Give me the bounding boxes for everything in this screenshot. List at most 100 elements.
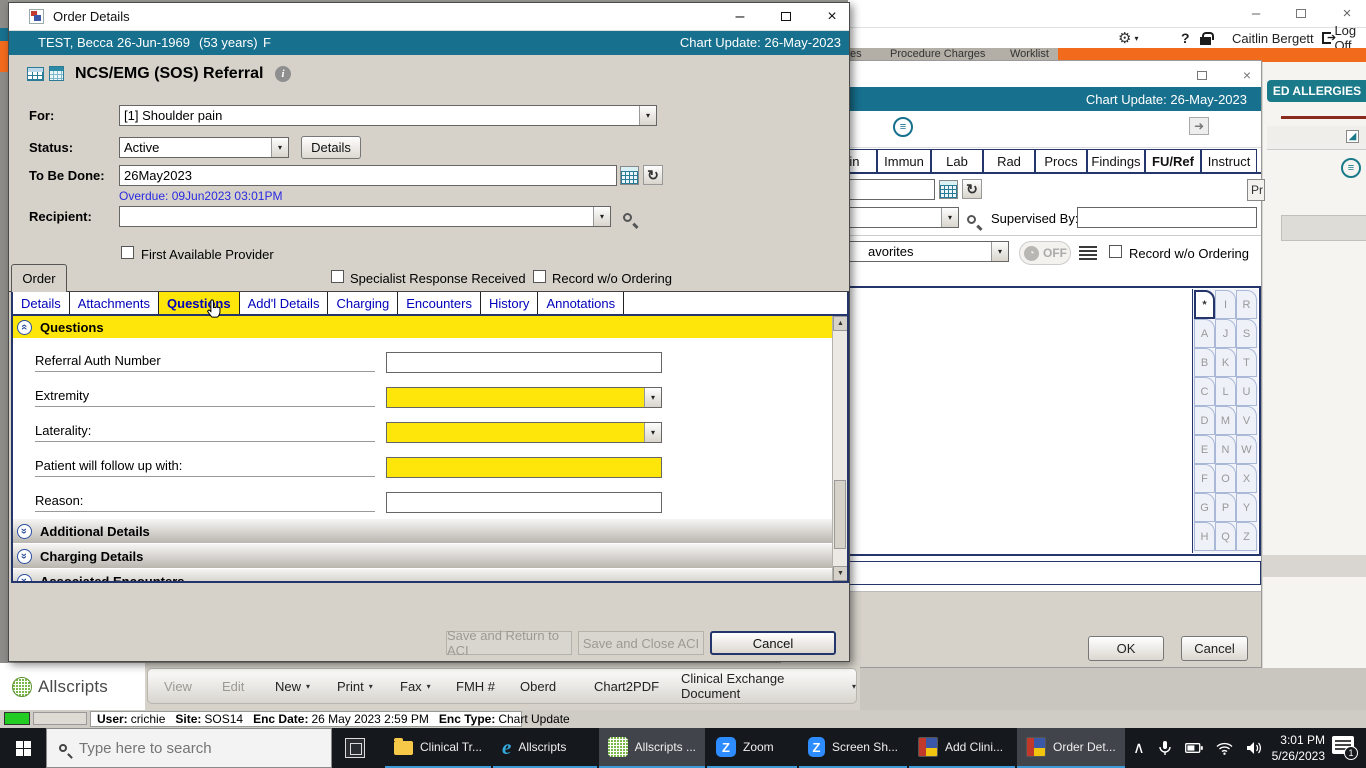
minimize-icon[interactable]: – bbox=[725, 5, 755, 29]
menu-print[interactable]: Print▾ bbox=[337, 669, 373, 703]
tab-findings[interactable]: Findings bbox=[1087, 149, 1145, 173]
pr-button-partial[interactable]: Pr bbox=[1247, 179, 1265, 201]
expand-icon[interactable]: ◢ bbox=[1346, 130, 1359, 143]
calendar-icon[interactable] bbox=[939, 180, 958, 199]
order-tab[interactable]: Order bbox=[11, 264, 67, 292]
grid-view-icon[interactable] bbox=[27, 67, 44, 81]
associated-encounters-header[interactable]: « Associated Encounters bbox=[13, 568, 832, 583]
recipient-combo[interactable]: ▾ bbox=[119, 206, 611, 227]
tab-attachments[interactable]: Attachments bbox=[70, 292, 159, 314]
tab-instruct[interactable]: Instruct bbox=[1201, 149, 1257, 173]
menu-fax[interactable]: Fax▾ bbox=[400, 669, 431, 703]
allergies-badge[interactable]: ED ALLERGIES bbox=[1267, 80, 1366, 102]
extremity-combo[interactable]: ▾ bbox=[386, 387, 662, 408]
alpha-tab[interactable]: W bbox=[1236, 435, 1257, 464]
expand-icon[interactable]: « bbox=[17, 574, 32, 584]
reason-input[interactable] bbox=[386, 492, 662, 513]
hamburger-menu-icon[interactable]: ≡ bbox=[1341, 158, 1361, 178]
list-view-icon[interactable] bbox=[1079, 246, 1097, 260]
menu-edit[interactable]: Edit bbox=[222, 669, 244, 703]
lock-icon[interactable] bbox=[1200, 28, 1211, 48]
calendar-icon[interactable] bbox=[620, 166, 639, 185]
record-wo-ordering-checkbox[interactable] bbox=[1109, 245, 1122, 258]
log-off-button[interactable]: Log Off bbox=[1322, 28, 1366, 48]
taskbar-clock[interactable]: 3:01 PM 5/26/2023 bbox=[1255, 732, 1325, 764]
alpha-tab[interactable]: N bbox=[1215, 435, 1236, 464]
status-combo[interactable]: Active ▾ bbox=[119, 137, 289, 158]
alpha-tab[interactable]: A bbox=[1194, 319, 1215, 348]
microphone-icon[interactable] bbox=[1158, 740, 1172, 756]
record-wo-ordering-checkbox[interactable] bbox=[533, 270, 546, 283]
menu-new[interactable]: New▾ bbox=[275, 669, 310, 703]
alpha-tab[interactable]: I bbox=[1215, 290, 1236, 319]
alpha-tab[interactable]: P bbox=[1215, 493, 1236, 522]
alpha-tab[interactable]: V bbox=[1236, 406, 1257, 435]
close-icon[interactable]: × bbox=[1236, 67, 1258, 85]
cancel-button[interactable]: Cancel bbox=[1181, 636, 1248, 661]
search-icon[interactable] bbox=[623, 213, 632, 222]
save-close-aci-button[interactable]: Save and Close ACI bbox=[578, 631, 704, 655]
maximize-icon[interactable] bbox=[1288, 4, 1314, 24]
save-return-aci-button[interactable]: Save and Return to ACI bbox=[446, 631, 572, 655]
send-arrow-icon[interactable]: ➜ bbox=[1189, 117, 1209, 135]
alpha-tab[interactable]: L bbox=[1215, 377, 1236, 406]
expand-icon[interactable]: « bbox=[17, 549, 32, 564]
wifi-icon[interactable] bbox=[1216, 742, 1233, 755]
minimize-icon[interactable]: – bbox=[1243, 4, 1269, 24]
battery-icon[interactable] bbox=[1185, 742, 1203, 754]
tab-annotations[interactable]: Annotations bbox=[538, 292, 624, 314]
scroll-up-icon[interactable]: ▲ bbox=[833, 316, 848, 331]
tab-history[interactable]: History bbox=[481, 292, 538, 314]
tab-questions[interactable]: Questions bbox=[159, 292, 240, 314]
tab-charging[interactable]: Charging bbox=[328, 292, 398, 314]
follow-up-input[interactable] bbox=[386, 457, 662, 478]
alpha-tab[interactable]: M bbox=[1215, 406, 1236, 435]
alpha-tab[interactable]: G bbox=[1194, 493, 1215, 522]
first-available-checkbox[interactable] bbox=[121, 246, 134, 259]
expand-icon[interactable]: « bbox=[17, 524, 32, 539]
tab-fu-ref[interactable]: FU/Ref bbox=[1145, 149, 1201, 173]
tab-immun[interactable]: Immun bbox=[877, 149, 931, 173]
alpha-tab[interactable]: * bbox=[1194, 290, 1215, 319]
specialist-response-checkbox[interactable] bbox=[331, 270, 344, 283]
start-button[interactable] bbox=[0, 728, 46, 768]
for-combo[interactable]: [1] Shoulder pain ▾ bbox=[119, 105, 657, 126]
order-details-titlebar[interactable]: Order Details – × bbox=[9, 3, 849, 31]
to-be-done-input[interactable] bbox=[119, 165, 617, 186]
questions-section-header[interactable]: « Questions bbox=[13, 316, 832, 338]
user-name[interactable]: Caitlin Bergett bbox=[1232, 28, 1314, 48]
vertical-scrollbar[interactable]: ▲ ▼ bbox=[832, 316, 847, 581]
maximize-icon[interactable] bbox=[1191, 67, 1213, 85]
tab-encounters[interactable]: Encounters bbox=[398, 292, 481, 314]
alpha-tab[interactable]: T bbox=[1236, 348, 1257, 377]
menu-chart2pdf[interactable]: Chart2PDF bbox=[594, 669, 659, 703]
laterality-combo[interactable]: ▾ bbox=[386, 422, 662, 443]
alpha-tab[interactable]: R bbox=[1236, 290, 1257, 319]
referral-auth-input[interactable] bbox=[386, 352, 662, 373]
tab-lab[interactable]: Lab bbox=[931, 149, 983, 173]
tab-details[interactable]: Details bbox=[13, 292, 70, 314]
scroll-down-icon[interactable]: ▼ bbox=[833, 566, 848, 581]
recurrence-icon[interactable]: ↻ bbox=[643, 165, 663, 185]
menu-oberd[interactable]: Oberd bbox=[520, 669, 556, 703]
taskbar-app-allscripts[interactable]: Allscripts ... bbox=[599, 728, 705, 768]
menu-fmh[interactable]: FMH # bbox=[456, 669, 495, 703]
alpha-tab[interactable]: S bbox=[1236, 319, 1257, 348]
help-icon[interactable]: ? bbox=[1181, 28, 1190, 48]
charging-details-header[interactable]: « Charging Details bbox=[13, 543, 832, 568]
taskbar-app-clinical[interactable]: Clinical Tr... bbox=[385, 728, 491, 768]
alpha-tab[interactable]: Z bbox=[1236, 522, 1257, 551]
hamburger-menu-icon[interactable]: ≡ bbox=[893, 117, 913, 137]
off-toggle[interactable]: ◔ OFF bbox=[1019, 241, 1071, 265]
alpha-tab[interactable]: E bbox=[1194, 435, 1215, 464]
alpha-tab[interactable]: F bbox=[1194, 464, 1215, 493]
tab-rad[interactable]: Rad bbox=[983, 149, 1035, 173]
taskbar-app-screenshare[interactable]: ZScreen Sh... bbox=[799, 728, 907, 768]
tab-procedure-charges[interactable]: Procedure Charges bbox=[890, 48, 985, 60]
cancel-button[interactable]: Cancel bbox=[710, 631, 836, 655]
taskbar-app-zoom[interactable]: ZZoom bbox=[707, 728, 797, 768]
settings-menu[interactable]: ⚙▾ bbox=[1118, 28, 1138, 48]
details-button[interactable]: Details bbox=[301, 136, 361, 159]
menu-clinical-exchange[interactable]: Clinical Exchange Document▾ bbox=[681, 669, 856, 703]
close-icon[interactable]: × bbox=[817, 5, 847, 29]
